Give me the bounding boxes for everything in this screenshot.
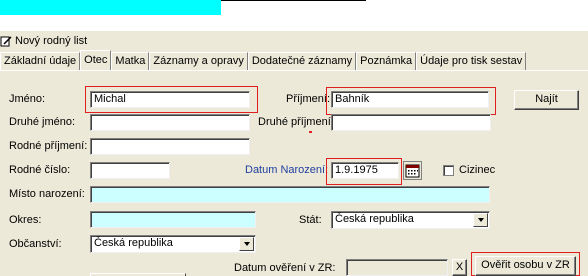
calendar-icon xyxy=(404,164,421,182)
cizinec-checkbox[interactable] xyxy=(443,165,454,176)
chevron-down-icon[interactable] xyxy=(473,213,488,227)
calendar-button[interactable] xyxy=(403,161,422,180)
datum-overeni-input[interactable] xyxy=(346,259,448,276)
druhe-jmeno-input[interactable] xyxy=(90,114,250,131)
jmeno-label: Jméno: xyxy=(9,93,46,105)
tab-baseline xyxy=(0,70,588,71)
misto-narozeni-label: Místo narození: xyxy=(9,188,85,200)
chevron-down-icon[interactable] xyxy=(239,237,254,251)
overit-osobu-button[interactable]: Ověřit osobu v ZR xyxy=(475,256,576,276)
datum-overeni-label: Datum ověření v ZR: xyxy=(234,262,336,274)
druhe-jmeno-label: Druhé jméno: xyxy=(9,116,76,128)
tab-zaznamy-a-opravy[interactable]: Záznamy a opravy xyxy=(149,52,248,70)
tab-poznamka[interactable]: Poznámka xyxy=(356,52,417,70)
okres-label: Okres: xyxy=(9,214,42,226)
top-cyan-bar xyxy=(0,0,221,15)
stat-label: Stát: xyxy=(299,214,322,226)
rodne-cislo-label: Rodné číslo: xyxy=(9,164,71,176)
rodne-cislo-input[interactable] xyxy=(90,162,170,179)
najit-button[interactable]: Najít xyxy=(514,90,579,110)
red-marker-dot xyxy=(309,131,312,133)
clear-button[interactable]: X xyxy=(452,259,467,276)
rodne-prijmeni-input[interactable] xyxy=(90,138,250,155)
druhe-prijmeni-input[interactable] xyxy=(331,114,491,131)
window-title: Nový rodný list xyxy=(15,35,88,47)
tab-udaje-pro-tisk[interactable]: Údaje pro tisk sestav xyxy=(416,52,527,70)
top-divider-line xyxy=(221,0,366,1)
obcanstvi-select-value: Česká republika xyxy=(94,237,173,249)
datum-narozeni-input[interactable]: 1.9.1975 xyxy=(331,162,399,179)
misto-narozeni-input[interactable] xyxy=(90,186,490,203)
jmeno-input[interactable]: Michal xyxy=(90,91,250,108)
tab-matka[interactable]: Matka xyxy=(111,52,150,70)
obcanstvi-select[interactable]: Česká republika xyxy=(90,235,256,253)
rodne-prijmeni-label: Rodné příjmení: xyxy=(9,140,88,152)
tab-dodatecne-zaznamy[interactable]: Dodatečné záznamy xyxy=(247,52,357,70)
tab-otec[interactable]: Otec xyxy=(80,50,112,70)
document-pencil-icon xyxy=(0,35,12,47)
stat-select[interactable]: Česká republika xyxy=(331,211,490,229)
prijmeni-input[interactable]: Bahník xyxy=(331,91,489,108)
druhe-prijmeni-label: Druhé příjmení: xyxy=(258,116,334,128)
tab-zakladni-udaje[interactable]: Základní údaje xyxy=(0,52,81,70)
datum-narozeni-label: Datum Narození: xyxy=(245,164,329,176)
cizinec-label: Cizinec xyxy=(459,164,496,176)
tab-bar: Základní údaje Otec Matka Záznamy a opra… xyxy=(0,50,527,70)
okres-input[interactable] xyxy=(90,211,256,228)
prijmeni-label: Příjmení: xyxy=(286,93,331,105)
window-titlebar: Nový rodný list xyxy=(0,33,87,49)
obcanstvi-label: Občanství: xyxy=(9,238,62,250)
stat-select-value: Česká republika xyxy=(335,213,414,225)
